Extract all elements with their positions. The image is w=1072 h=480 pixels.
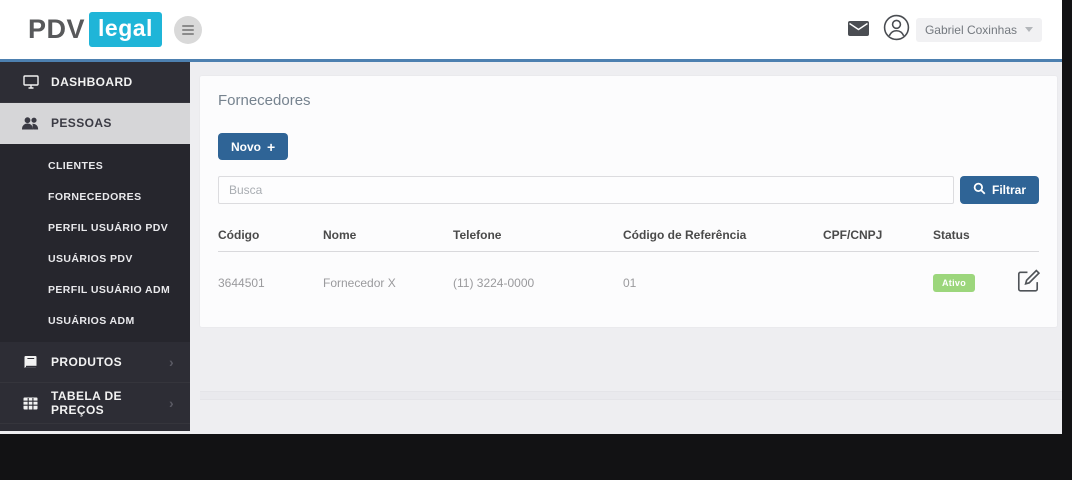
main-content: Fornecedores Novo + Filtrar xyxy=(190,62,1062,431)
col-header-actions xyxy=(1015,220,1039,252)
logo-text-pdv: PDV xyxy=(28,14,86,44)
sidebar-item-label: PESSOAS xyxy=(51,116,112,130)
novo-button[interactable]: Novo + xyxy=(218,133,289,160)
cell-codigo: 3644501 xyxy=(218,275,265,290)
fornecedores-panel: Fornecedores Novo + Filtrar xyxy=(200,76,1057,327)
sidebar-item-usuarios-pdv[interactable]: USUÁRIOS PDV xyxy=(0,243,190,274)
filtrar-button[interactable]: Filtrar xyxy=(959,176,1039,204)
sidebar-item-usuarios-adm[interactable]: USUÁRIOS ADM xyxy=(0,305,190,336)
edit-icon xyxy=(1015,268,1041,297)
table-row: 3644501 Fornecedor X (11) 3224-0000 01 A… xyxy=(218,252,1041,304)
sidebar-item-clientes[interactable]: CLIENTES xyxy=(0,150,190,181)
col-header-status: Status xyxy=(933,220,1015,252)
app-window: PDV legal Gabriel Coxinhas DASHBOARD PES… xyxy=(0,0,1062,434)
mail-button[interactable] xyxy=(847,20,869,39)
sidebar-item-perfil-usuario-adm[interactable]: PERFIL USUÁRIO ADM xyxy=(0,274,190,305)
user-menu[interactable]: Gabriel Coxinhas xyxy=(883,14,1042,46)
sidebar-item-perfil-usuario-pdv[interactable]: PERFIL USUÁRIO PDV xyxy=(0,212,190,243)
search-row: Filtrar xyxy=(218,176,1039,204)
users-icon xyxy=(22,116,39,130)
sidebar-item-label: DASHBOARD xyxy=(51,75,133,89)
table-header-row: Código Nome Telefone Código de Referênci… xyxy=(218,220,1039,252)
user-pill: Gabriel Coxinhas xyxy=(915,17,1042,42)
sidebar-item-tabela-de-precos[interactable]: TABELA DE PREÇOS › xyxy=(0,383,190,424)
sidebar-item-label: TABELA DE PREÇOS xyxy=(51,389,122,417)
envelope-icon xyxy=(847,20,869,39)
pessoas-submenu: CLIENTES FORNECEDORES PERFIL USUÁRIO PDV… xyxy=(0,144,190,342)
user-name: Gabriel Coxinhas xyxy=(924,22,1017,37)
cell-codigo-referencia: 01 xyxy=(623,275,637,290)
chevron-down-icon xyxy=(1025,27,1033,32)
col-header-nome: Nome xyxy=(323,220,453,252)
sidebar-item-fornecedores[interactable]: FORNECEDORES xyxy=(0,181,190,212)
fornecedores-table: Código Nome Telefone Código de Referênci… xyxy=(218,220,1041,304)
cell-status: Ativo xyxy=(933,252,1015,304)
cell-nome: Fornecedor X xyxy=(323,275,396,290)
logo-text-legal: legal xyxy=(89,12,162,47)
sidebar-toggle-button[interactable] xyxy=(173,15,202,44)
book-icon xyxy=(22,355,39,369)
app-logo[interactable]: PDV legal xyxy=(28,12,162,47)
col-header-codigo-referencia: Código de Referência xyxy=(623,220,823,252)
sidebar-item-pessoas[interactable]: PESSOAS xyxy=(0,103,190,144)
col-header-telefone: Telefone xyxy=(453,220,623,252)
search-input[interactable] xyxy=(218,176,954,204)
plus-icon: + xyxy=(267,138,276,155)
table-icon xyxy=(22,397,39,410)
cell-actions xyxy=(1015,252,1041,304)
search-icon xyxy=(973,182,986,198)
topbar: PDV legal Gabriel Coxinhas xyxy=(0,0,1062,62)
monitor-icon xyxy=(22,75,39,89)
user-avatar-icon xyxy=(883,14,910,46)
sidebar-item-dashboard[interactable]: DASHBOARD xyxy=(0,62,190,103)
cell-telefone: (11) 3224-0000 xyxy=(453,275,535,290)
sidebar-item-produtos[interactable]: PRODUTOS › xyxy=(0,342,190,383)
col-header-codigo: Código xyxy=(218,220,323,252)
cell-cpf-cnpj xyxy=(823,252,933,304)
page-title: Fornecedores xyxy=(218,92,311,109)
chevron-right-icon: › xyxy=(168,354,174,370)
sidebar-item-label: PRODUTOS xyxy=(51,355,122,369)
content-divider xyxy=(200,391,1062,400)
status-badge: Ativo xyxy=(933,273,975,292)
sidebar: DASHBOARD PESSOAS CLIENTES FORNECEDORES … xyxy=(0,62,190,431)
col-header-cpf-cnpj: CPF/CNPJ xyxy=(823,220,933,252)
hamburger-icon xyxy=(181,24,194,35)
chevron-right-icon: › xyxy=(168,395,174,411)
edit-button[interactable] xyxy=(1015,268,1041,297)
